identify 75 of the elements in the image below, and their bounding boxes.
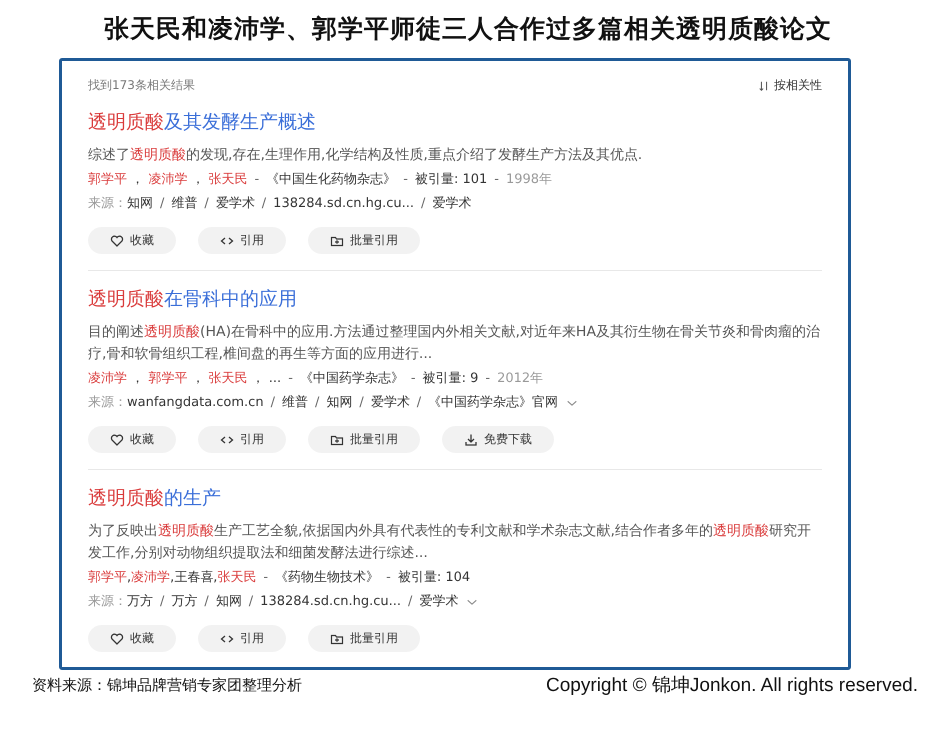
folder-action-button[interactable]: 批量引用	[308, 625, 420, 652]
author-list: 郭学平 ， 凌沛学 ， 张天民	[88, 168, 248, 192]
separator: -	[287, 370, 294, 388]
heart-action-button[interactable]: 收藏	[88, 625, 176, 652]
source-label: 来源：	[88, 394, 127, 412]
separator: -	[493, 171, 500, 189]
separator: /	[203, 195, 210, 213]
heart-action-button[interactable]: 收藏	[88, 426, 176, 453]
separator: /	[159, 593, 166, 611]
result-title[interactable]: 透明质酸的生产	[88, 486, 822, 510]
citation-count: 被引量: 104	[398, 569, 470, 587]
citation-count: 被引量: 9	[422, 370, 478, 388]
publication-year: 2012年	[497, 370, 544, 388]
separator: -	[254, 171, 260, 189]
sort-icon	[758, 80, 770, 92]
code-action-button[interactable]: 引用	[198, 426, 286, 453]
source-link[interactable]: 维普	[171, 192, 198, 216]
separator: -	[484, 370, 492, 388]
folder-action-button[interactable]: 批量引用	[308, 426, 420, 453]
source-link[interactable]: 138284.sd.cn.hg.cu...	[260, 590, 402, 614]
result-title[interactable]: 透明质酸在骨科中的应用	[88, 287, 822, 311]
source-label: 来源：	[88, 593, 127, 611]
author-list: 凌沛学 ， 郭学平 ， 张天民 ， ...	[88, 367, 282, 391]
result-title[interactable]: 透明质酸及其发酵生产概述	[88, 110, 822, 134]
source-link[interactable]: 万方	[127, 590, 153, 614]
source-link[interactable]: 万方	[171, 590, 198, 614]
separator: /	[159, 195, 166, 213]
separator: -	[402, 171, 409, 189]
source-note: 资料来源：锦坤品牌营销专家团整理分析	[31, 676, 302, 694]
source-label: 来源：	[88, 195, 127, 213]
journal-name[interactable]: 《中国生化药物杂志》	[266, 168, 396, 192]
result-count: 找到173条相关结果	[88, 77, 195, 94]
source-link[interactable]: 爱学术	[432, 192, 472, 216]
source-link[interactable]: 爱学术	[370, 391, 410, 415]
separator: /	[358, 394, 365, 412]
separator: /	[248, 593, 254, 611]
separator: /	[260, 195, 268, 213]
source-link[interactable]: 知网	[216, 590, 242, 614]
download-action-button[interactable]: 免费下载	[442, 426, 554, 453]
publication-year: 1998年	[506, 171, 552, 189]
separator: /	[314, 394, 320, 412]
source-link[interactable]: 《中国药学杂志》官网	[428, 391, 558, 415]
heart-icon	[110, 234, 124, 248]
download-icon	[464, 432, 478, 446]
source-link[interactable]: 爱学术	[216, 192, 255, 216]
slide-title: 张天民和凌沛学、郭学平师徒三人合作过多篇相关透明质酸论文	[104, 13, 832, 45]
separator: -	[410, 370, 417, 388]
source-link[interactable]: 知网	[127, 192, 153, 216]
separator: -	[385, 569, 392, 587]
heart-action-button[interactable]: 收藏	[88, 227, 176, 254]
separator: /	[270, 394, 276, 412]
source-link[interactable]: 知网	[326, 391, 352, 415]
journal-name[interactable]: 《中国药学杂志》	[300, 367, 404, 391]
separator: -	[262, 569, 270, 587]
citation-count: 被引量: 101	[414, 171, 488, 189]
source-link[interactable]: 爱学术	[419, 590, 458, 614]
code-action-button[interactable]: 引用	[198, 625, 286, 652]
journal-name[interactable]: 《药物生物技术》	[275, 566, 380, 590]
separator: /	[203, 593, 210, 611]
source-link[interactable]: 138284.sd.cn.hg.cu...	[273, 192, 414, 216]
source-link[interactable]: 维普	[282, 391, 308, 415]
source-link[interactable]: wanfangdata.com.cn	[127, 391, 264, 415]
separator: /	[416, 394, 422, 412]
folder-action-button[interactable]: 批量引用	[308, 227, 420, 254]
code-action-button[interactable]: 引用	[198, 227, 286, 254]
separator: /	[407, 593, 414, 611]
sort-button[interactable]: 按相关性	[758, 77, 822, 94]
result-snippet: 目的阐述透明质酸(HA)在骨科中的应用.方法通过整理国内外相关文献,对近年来HA及其衍生物在骨关节炎和骨肉瘤的治疗,骨和软骨组织工程,椎间盘的再生等方面的应用进行...	[88, 323, 822, 364]
author-list: 郭学平,凌沛学,王春喜,张天民	[88, 566, 256, 590]
result-snippet: 综述了透明质酸的发现,存在,生理作用,化学结构及性质,重点介绍了发酵生产方法及其优点.	[88, 146, 644, 165]
heart-icon	[110, 632, 124, 646]
copyright-text: Copyright © 锦坤Jonkon. All rights reserved.	[546, 674, 918, 698]
heart-icon	[110, 432, 124, 446]
separator: /	[420, 195, 426, 213]
result-snippet: 为了反映出透明质酸生产工艺全貌,依据国内外具有代表性的专利文献和学术杂志文献,结合作者多年的透明质酸研究开发工作,分别对动物组织提取法和细菌发酵法进行综述...	[88, 522, 812, 563]
